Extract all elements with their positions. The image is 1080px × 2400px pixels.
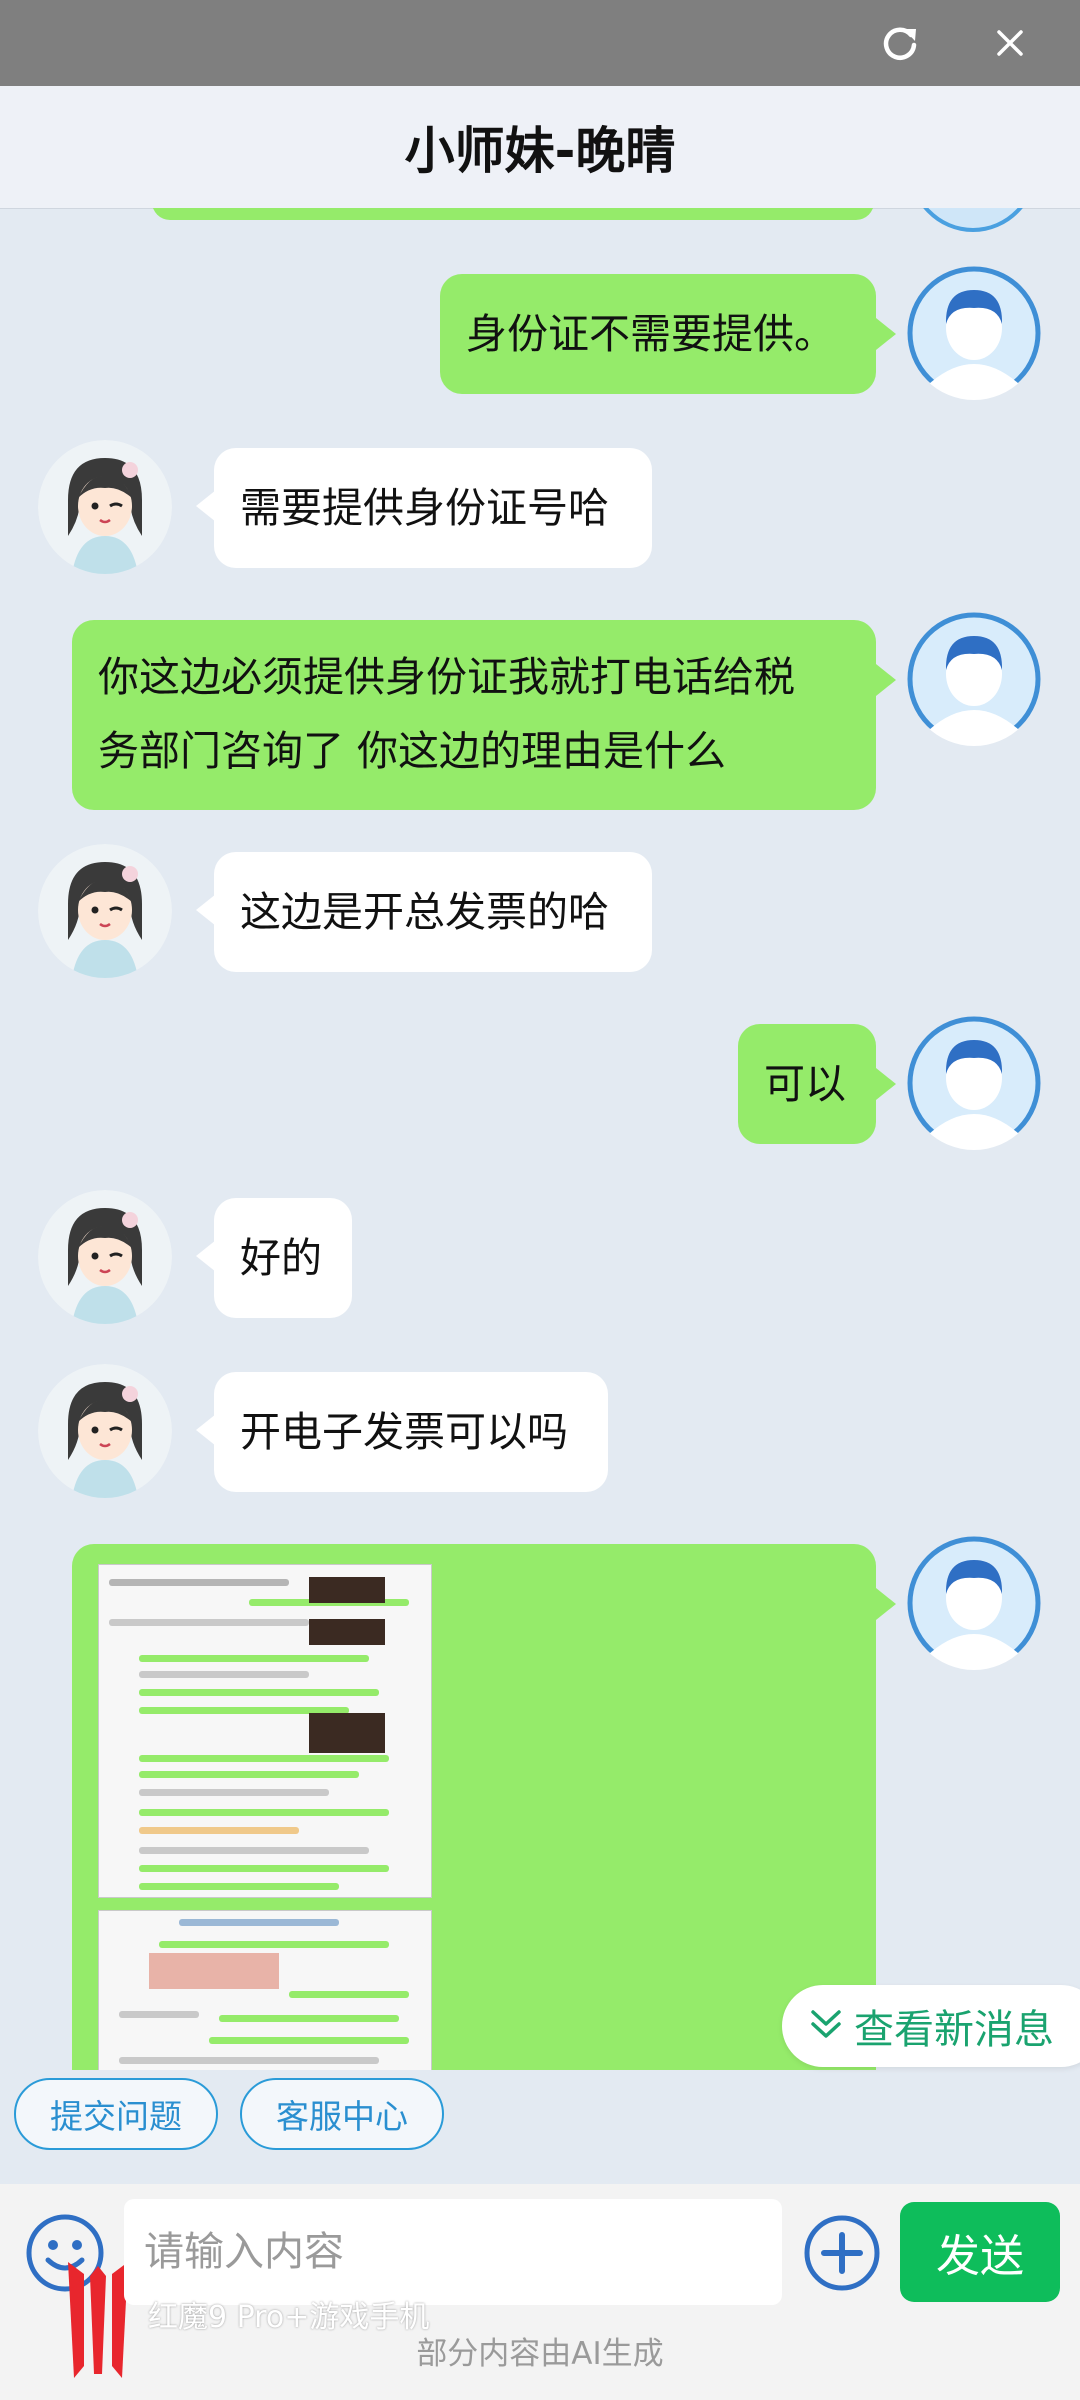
message-bubble[interactable]: 身份证不需要提供。 <box>440 274 876 394</box>
plus-circle-icon[interactable] <box>802 2213 882 2293</box>
top-bar <box>0 0 1080 86</box>
assistant-avatar[interactable] <box>38 1364 172 1498</box>
double-chevron-down-icon <box>808 2006 844 2046</box>
message-bubble[interactable]: 需要提供身份证号哈 <box>214 448 652 568</box>
refresh-icon[interactable] <box>871 14 929 72</box>
message-input[interactable] <box>124 2199 782 2305</box>
bubble-tail <box>876 1068 896 1100</box>
user-avatar-icon[interactable] <box>907 1016 1041 1150</box>
message-row: 这边是开总发票的哈 <box>0 844 1080 984</box>
ai-footnote: 部分内容由AI生成 <box>416 2336 664 2372</box>
message-bubble[interactable]: 好的 <box>214 1198 352 1318</box>
bubble-tail <box>876 318 896 350</box>
close-icon[interactable] <box>981 14 1039 72</box>
assistant-avatar[interactable] <box>38 440 172 574</box>
message-list[interactable]: 身份证不需要提供。 需要提供身份证号哈 你这边必须提供身份证我就打电话给税 务部… <box>0 208 1080 2070</box>
new-messages-label: 查看新消息 <box>854 2007 1054 2053</box>
message-row: 需要提供身份证号哈 <box>0 440 1080 580</box>
message-row: 可以 <box>0 1016 1080 1156</box>
message-row: 你这边必须提供身份证我就打电话给税 务部门咨询了 你这边的理由是什么 <box>0 612 1080 810</box>
bubble-tail <box>196 1240 216 1272</box>
message-bubble[interactable]: 可以 <box>738 1024 876 1144</box>
message-input-field[interactable] <box>124 2199 782 2305</box>
message-line: 务部门咨询了 你这边的理由是什么 <box>98 727 727 775</box>
user-avatar-icon <box>908 208 1038 232</box>
user-avatar-icon[interactable] <box>907 612 1041 746</box>
message-row: 开电子发票可以吗 <box>0 1364 1080 1504</box>
screenshot-image[interactable] <box>98 1564 432 1898</box>
message-row: 身份证不需要提供。 <box>0 266 1080 406</box>
submit-question-button[interactable]: 提交问题 <box>14 2078 218 2150</box>
message-bubble[interactable]: 你这边必须提供身份证我就打电话给税 务部门咨询了 你这边的理由是什么 <box>72 620 876 810</box>
assistant-avatar[interactable] <box>38 844 172 978</box>
screenshot-image[interactable] <box>98 1910 432 2070</box>
image-message-bubble[interactable] <box>72 1544 876 2070</box>
user-avatar-icon[interactable] <box>907 1536 1041 1670</box>
bubble-tail <box>876 664 896 696</box>
message-bubble[interactable]: 这边是开总发票的哈 <box>214 852 652 972</box>
assistant-avatar[interactable] <box>38 1190 172 1324</box>
service-center-button[interactable]: 客服中心 <box>240 2078 444 2150</box>
message-bubble[interactable]: 开电子发票可以吗 <box>214 1372 608 1492</box>
send-button[interactable]: 发送 <box>900 2202 1060 2302</box>
bubble-tail <box>876 1588 896 1620</box>
bubble-tail <box>196 490 216 522</box>
chat-header: 小师妹-晚晴 <box>0 86 1080 209</box>
chat-title: 小师妹-晚晴 <box>404 122 676 180</box>
input-bar: 发送 红魔9 Pro+游戏手机 部分内容由AI生成 <box>0 2184 1080 2400</box>
message-line: 你这边必须提供身份证我就打电话给税 <box>98 653 795 701</box>
bubble-tail <box>196 1414 216 1446</box>
message-row: 好的 <box>0 1190 1080 1330</box>
new-messages-button[interactable]: 查看新消息 <box>782 1985 1080 2067</box>
bubble-tail <box>196 894 216 926</box>
previous-message-bubble <box>152 208 874 220</box>
user-avatar-icon[interactable] <box>907 266 1041 400</box>
